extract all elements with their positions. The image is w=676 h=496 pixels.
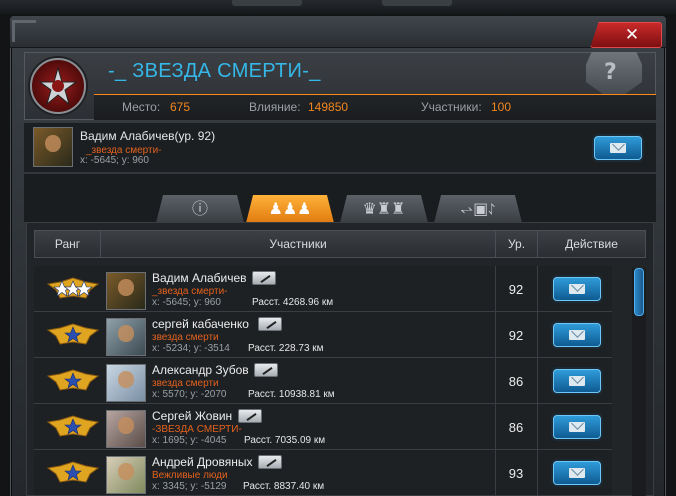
row-divider: [537, 358, 538, 404]
corner-ornament: [12, 20, 36, 42]
member-clan: -ЗВЕЗДА СМЕРТИ-: [152, 424, 242, 435]
members-icon: ♟♟♟: [268, 199, 312, 218]
message-member-button[interactable]: [553, 323, 601, 347]
members-table-header: Ранг Участники Ур. Действие: [34, 230, 646, 258]
member-name: Вадим Алабичев: [152, 271, 247, 285]
member-clan: _звезда смерти-: [152, 286, 228, 297]
edit-pencil-icon[interactable]: [238, 409, 262, 423]
leader-coords: x: -5645; y: 960: [80, 155, 149, 166]
stat-influence-value: 149850: [308, 100, 349, 114]
member-level: 86: [508, 374, 524, 389]
row-divider: [537, 450, 538, 496]
stat-members-label: Участники:: [421, 100, 482, 114]
stat-influence-label: Влияние:: [249, 100, 301, 114]
member-clan: звезда смерти: [152, 378, 219, 389]
member-distance: Расст. 4268.96 км: [252, 297, 334, 308]
clan-stats-bar: Место: 675 Влияние: 149850 Участники: 10…: [94, 94, 656, 120]
message-member-button[interactable]: [553, 369, 601, 393]
member-coords: x: -5234; y: -3514: [152, 343, 230, 354]
background-strip: [0, 0, 676, 14]
header-level: Ур.: [496, 231, 538, 257]
member-distance: Расст. 228.73 км: [248, 343, 324, 354]
member-distance: Расст. 10938.81 км: [248, 389, 335, 400]
edit-pencil-icon[interactable]: [252, 271, 276, 285]
row-divider: [537, 404, 538, 450]
rank-badge-icon: [46, 277, 100, 299]
member-avatar[interactable]: [106, 456, 146, 494]
stat-members-value: 100: [491, 100, 512, 114]
member-avatar[interactable]: [106, 318, 146, 356]
header-members: Участники: [101, 231, 496, 257]
tabs-bar: [24, 174, 656, 222]
rank-badge-icon: [46, 415, 100, 437]
rank-badge-icon: [46, 369, 100, 391]
tab-info[interactable]: ⓘ: [156, 195, 244, 223]
row-divider: [537, 312, 538, 358]
member-coords: x: 3345; y: -5129: [152, 481, 227, 492]
chess-icon: ♛♜♜: [362, 199, 406, 218]
member-name: сергей кабаченко: [152, 317, 249, 331]
member-avatar[interactable]: [106, 364, 146, 402]
stat-rank-label: Место:: [122, 100, 161, 114]
member-name: Александр Зубов: [152, 363, 249, 377]
message-member-button[interactable]: [553, 461, 601, 485]
background-tab: [382, 0, 452, 6]
member-coords: x: -5645; y: 960: [152, 297, 221, 308]
message-leader-button[interactable]: [594, 136, 642, 160]
header-rank: Ранг: [35, 231, 101, 257]
member-name: Сергей Жовин: [152, 409, 233, 423]
leader-name: Вадим Алабичев(ур. 92): [80, 129, 216, 143]
stat-rank-value: 675: [170, 100, 191, 114]
member-name: Андрей Дровяных: [152, 455, 253, 469]
scroll-thumb[interactable]: [634, 268, 644, 316]
tab-wings[interactable]: ⥋▣⥌: [434, 195, 522, 223]
edit-pencil-icon[interactable]: [258, 455, 282, 469]
member-level: 92: [508, 328, 524, 343]
member-avatar[interactable]: [106, 272, 146, 310]
member-clan: Вежливые люди: [152, 470, 228, 481]
row-divider: [537, 266, 538, 312]
member-avatar[interactable]: [106, 410, 146, 448]
message-member-button[interactable]: [553, 277, 601, 301]
clan-emblem-icon: [30, 58, 86, 114]
edit-pencil-icon[interactable]: [258, 317, 282, 331]
member-level: 86: [508, 420, 524, 435]
leader-avatar[interactable]: [33, 127, 73, 167]
tab-members[interactable]: ♟♟♟: [246, 195, 334, 223]
clan-window-stage: ✕ -_ ЗВЕЗДА СМЕРТИ-_ ? Место: 675 Влияни…: [0, 0, 676, 496]
header-action: Действие: [565, 237, 618, 251]
member-coords: x: 5570; y: -2070: [152, 389, 227, 400]
window-titlebar: [10, 16, 666, 48]
background-tab: [232, 0, 302, 6]
edit-pencil-icon[interactable]: [254, 363, 278, 377]
close-button[interactable]: ✕: [590, 22, 662, 48]
clan-name: -_ ЗВЕЗДА СМЕРТИ-_: [108, 60, 321, 82]
tab-chess[interactable]: ♛♜♜: [340, 195, 428, 223]
wings-icon: ⥋▣⥌: [460, 199, 496, 218]
question-icon: ?: [604, 60, 617, 85]
info-icon: ⓘ: [191, 199, 208, 218]
member-distance: Расст. 7035.09 км: [244, 435, 326, 446]
rank-badge-icon: [46, 323, 100, 345]
member-level: 93: [508, 466, 524, 481]
message-member-button[interactable]: [553, 415, 601, 439]
member-coords: x: 1695; y: -4045: [152, 435, 227, 446]
member-level: 92: [508, 282, 524, 297]
rank-badge-icon: [46, 461, 100, 483]
member-clan: звезда смерти: [152, 332, 219, 343]
member-distance: Расст. 8837.40 км: [243, 481, 325, 492]
